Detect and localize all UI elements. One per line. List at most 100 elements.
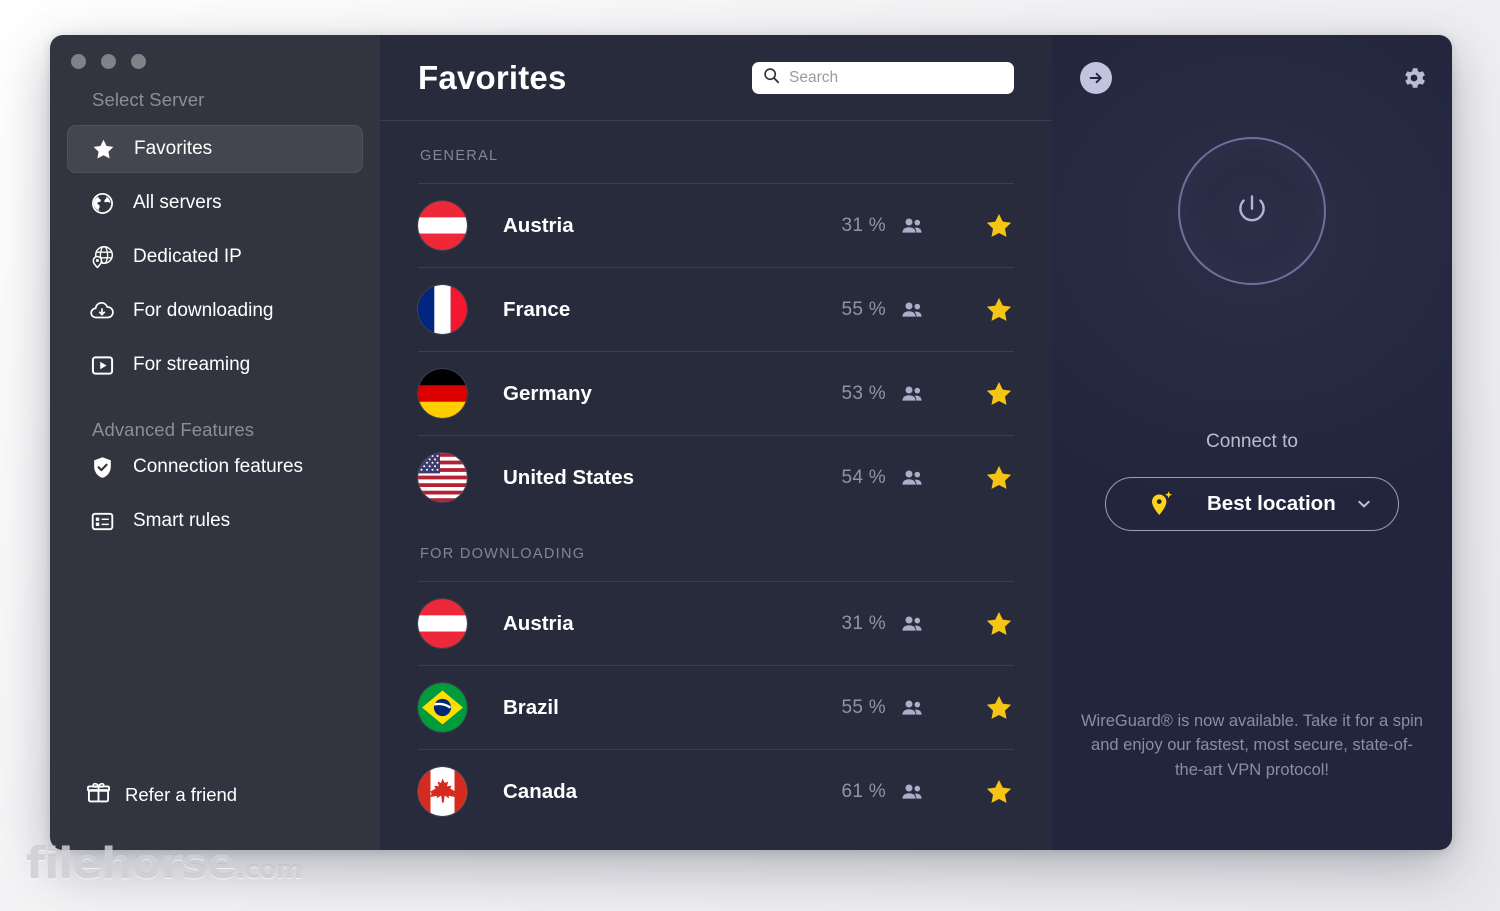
favorite-star-icon[interactable]: [984, 693, 1014, 723]
server-country: United States: [503, 465, 634, 489]
promo-text: WireGuard® is now available. Take it for…: [1080, 711, 1423, 779]
server-meta: 54 %: [841, 463, 1014, 493]
sidebar-item-label: Dedicated IP: [133, 246, 242, 267]
watermark-suffix: .com: [235, 855, 302, 885]
favorite-star-icon[interactable]: [984, 211, 1014, 241]
people-icon: [900, 466, 924, 490]
server-list-scroll[interactable]: GENERAL Austria 31 % France 55 % Germany…: [380, 121, 1052, 850]
refer-a-friend-button[interactable]: Refer a friend: [50, 780, 380, 850]
sidebar-nav-advanced: Connection features Smart rules: [50, 443, 380, 551]
smart-rules-list-icon: [89, 508, 115, 534]
section-rows-for-downloading: Austria 31 % Brazil 55 % Canada 61 %: [418, 581, 1014, 833]
table-row[interactable]: United States 54 %: [418, 435, 1014, 519]
table-row[interactable]: Austria 31 %: [418, 183, 1014, 267]
window-traffic-lights: [50, 35, 380, 81]
minimize-button[interactable]: [101, 54, 116, 69]
sidebar-item-label: Connection features: [133, 456, 304, 477]
server-meta: 61 %: [841, 777, 1014, 807]
flag-austria: [418, 599, 467, 648]
people-icon: [900, 214, 924, 238]
sidebar-item-label: Favorites: [134, 138, 213, 159]
favorite-star-icon[interactable]: [984, 463, 1014, 493]
table-row[interactable]: Germany 53 %: [418, 351, 1014, 435]
favorite-star-icon[interactable]: [984, 777, 1014, 807]
table-row[interactable]: Austria 31 %: [418, 581, 1014, 665]
sidebar-item-smart-rules[interactable]: Smart rules: [67, 497, 363, 545]
section-rows-general: Austria 31 % France 55 % Germany 53 % Un…: [418, 183, 1014, 519]
connection-panel: Connect to Best location WireGuard® is n…: [1052, 35, 1452, 850]
section-header-for-downloading: FOR DOWNLOADING: [420, 546, 586, 562]
server-load: 55 %: [841, 298, 886, 320]
server-meta: 55 %: [841, 295, 1014, 325]
sidebar-item-label: For downloading: [133, 300, 274, 321]
server-country: Austria: [503, 213, 574, 237]
gift-icon: [86, 780, 111, 810]
maximize-button[interactable]: [131, 54, 146, 69]
app-window: Select Server Favorites All servers Dedi…: [50, 35, 1452, 850]
sidebar-item-dedicated-ip[interactable]: Dedicated IP: [67, 233, 363, 281]
cloud-download-icon: [89, 298, 115, 324]
table-row[interactable]: Brazil 55 %: [418, 665, 1014, 749]
sidebar-item-label: Smart rules: [133, 510, 231, 531]
play-screen-icon: [89, 352, 115, 378]
search-box[interactable]: [752, 61, 1014, 94]
favorite-star-icon[interactable]: [984, 609, 1014, 639]
table-row[interactable]: Canada 61 %: [418, 749, 1014, 833]
sidebar-item-label: For streaming: [133, 354, 251, 375]
arrow-right-circle-icon[interactable]: [1080, 62, 1112, 94]
power-toggle-button[interactable]: [1178, 137, 1326, 285]
flag-canada: [418, 767, 467, 816]
connect-to-label: Connect to: [1206, 431, 1298, 452]
page-title: Favorites: [418, 58, 567, 96]
server-list-panel: Favorites GENERAL: [380, 35, 1052, 850]
server-country: Germany: [503, 381, 592, 405]
server-meta: 55 %: [841, 693, 1014, 723]
connection-panel-toolbar: [1052, 35, 1452, 121]
best-location-pin-icon: [1148, 489, 1175, 519]
gear-icon[interactable]: [1400, 64, 1428, 92]
server-meta: 53 %: [841, 379, 1014, 409]
server-load: 53 %: [841, 382, 886, 404]
favorite-star-icon[interactable]: [984, 295, 1014, 325]
best-location-label: Best location: [1207, 492, 1336, 515]
flag-germany: [418, 369, 467, 418]
server-country: France: [503, 297, 571, 321]
people-icon: [900, 612, 924, 636]
table-row[interactable]: France 55 %: [418, 267, 1014, 351]
sidebar-item-for-streaming[interactable]: For streaming: [67, 341, 363, 389]
sidebar: Select Server Favorites All servers Dedi…: [50, 35, 380, 850]
sidebar-item-all-servers[interactable]: All servers: [67, 179, 363, 227]
search-icon: [763, 67, 780, 89]
sidebar-item-for-downloading[interactable]: For downloading: [67, 287, 363, 335]
power-icon: [1230, 187, 1274, 236]
flag-france: [418, 285, 467, 334]
search-input[interactable]: [789, 68, 1003, 87]
people-icon: [900, 696, 924, 720]
server-load: 31 %: [841, 214, 886, 236]
sidebar-item-favorites[interactable]: Favorites: [67, 125, 363, 173]
sidebar-item-connection-features[interactable]: Connection features: [67, 443, 363, 491]
best-location-selector[interactable]: Best location: [1105, 477, 1399, 531]
star-icon: [90, 136, 116, 162]
server-country: Canada: [503, 779, 578, 803]
shield-check-icon: [89, 454, 115, 480]
section-header-general: GENERAL: [420, 148, 499, 164]
server-country: Brazil: [503, 695, 559, 719]
main-header: Favorites: [380, 35, 1052, 121]
flag-brazil: [418, 683, 467, 732]
people-icon: [900, 780, 924, 804]
close-button[interactable]: [71, 54, 86, 69]
server-meta: 31 %: [841, 609, 1014, 639]
flag-united-states: [418, 453, 467, 502]
server-country: Austria: [503, 611, 574, 635]
refer-a-friend-label: Refer a friend: [125, 784, 238, 805]
globe-icon: [89, 190, 115, 216]
server-load: 31 %: [841, 612, 886, 634]
people-icon: [900, 382, 924, 406]
server-load: 61 %: [841, 780, 886, 802]
chevron-down-icon[interactable]: [1354, 494, 1374, 514]
sidebar-item-label: All servers: [133, 192, 222, 213]
sidebar-nav-primary: Favorites All servers Dedicated IP For d…: [50, 111, 380, 395]
favorite-star-icon[interactable]: [984, 379, 1014, 409]
